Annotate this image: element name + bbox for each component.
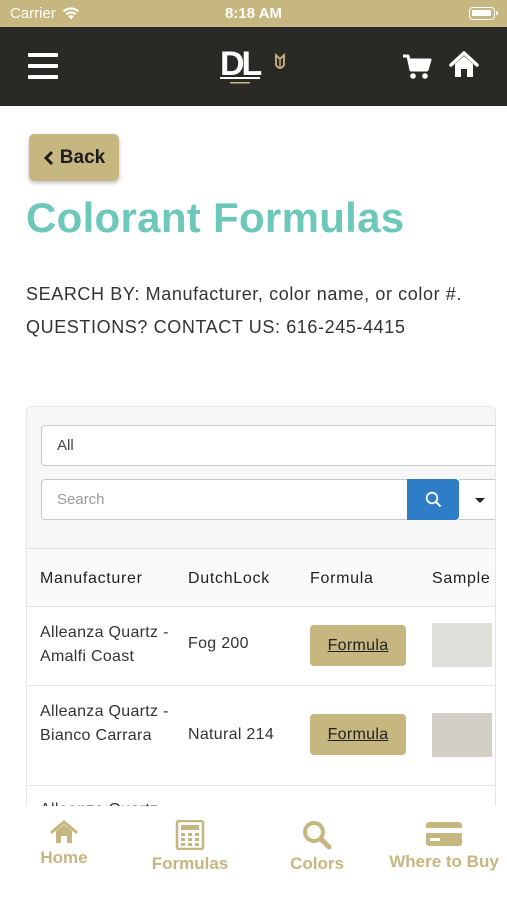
search-input[interactable] <box>41 479 408 520</box>
questions-line: QUESTIONS? CONTACT US: 616-245-4415 <box>26 311 486 344</box>
search-icon <box>303 821 332 850</box>
tab-home-label: Home <box>40 848 88 867</box>
formula-button[interactable]: Formula <box>310 625 406 666</box>
table-row: Alleanza Quartz - Bianco Carrara Natural… <box>27 686 495 786</box>
header-formula[interactable]: Formula <box>310 570 374 588</box>
search-by-label: SEARCH BY: <box>26 284 141 304</box>
table-header: Manufacturer DutchLock Formula Sample <box>27 549 495 607</box>
table-row: Alleanza Quartz - Amalfi Coast Fog 200 F… <box>27 607 495 686</box>
tab-where-to-buy[interactable]: Where to Buy <box>387 820 501 872</box>
phone-link[interactable]: 616-245-4415 <box>286 317 405 337</box>
sample-swatch <box>432 713 492 757</box>
cell-manufacturer: Alleanza Quartz <box>40 798 175 806</box>
page-title: Colorant Formulas <box>26 194 405 241</box>
back-button[interactable]: Back <box>29 134 119 181</box>
battery-icon <box>469 7 498 20</box>
dutchlock-logo[interactable]: DL <box>218 43 292 89</box>
home-icon[interactable] <box>449 51 479 79</box>
sample-swatch <box>432 623 492 667</box>
cart-icon[interactable] <box>402 53 432 81</box>
table-filter-bar: All <box>27 407 495 549</box>
bottom-tab-bar: Home Formulas Colors Where to Buy <box>0 806 507 900</box>
tab-formulas-label: Formulas <box>151 854 229 873</box>
hamburger-menu-icon[interactable] <box>28 53 58 79</box>
search-by-text: Manufacturer, color name, or color #. <box>145 284 462 304</box>
search-icon <box>425 491 441 508</box>
tab-formulas[interactable]: Formulas <box>148 820 232 874</box>
cell-dutchlock: Fog 200 <box>188 635 249 652</box>
status-bar: Carrier 8:18 AM <box>0 0 507 27</box>
formulas-table-card: All Manufacturer DutchLock Formula Sampl… <box>26 406 496 806</box>
back-button-label: Back <box>59 146 106 168</box>
formula-button[interactable]: Formula <box>310 714 406 755</box>
cell-manufacturer: Alleanza Quartz - Amalfi Coast <box>40 624 169 665</box>
table-row: Alleanza Quartz <box>27 786 495 806</box>
calculator-icon <box>175 820 205 850</box>
manufacturer-select[interactable]: All <box>41 425 495 466</box>
header-dutchlock[interactable]: DutchLock <box>188 570 270 588</box>
home-icon <box>50 820 78 843</box>
tab-colors[interactable]: Colors <box>286 820 348 874</box>
search-button[interactable] <box>407 479 459 520</box>
cell-manufacturer: Alleanza Quartz - Bianco Carrara <box>40 703 169 744</box>
search-by-line: SEARCH BY: Manufacturer, color name, or … <box>26 278 486 311</box>
questions-label: QUESTIONS? CONTACT US: <box>26 316 281 337</box>
info-text: SEARCH BY: Manufacturer, color name, or … <box>26 278 486 343</box>
chevron-left-icon <box>43 150 53 165</box>
clock: 8:18 AM <box>225 5 282 22</box>
chevron-down-icon[interactable] <box>459 479 495 520</box>
header-sample[interactable]: Sample <box>432 570 490 588</box>
app-bar: DL <box>0 27 507 106</box>
header-manufacturer[interactable]: Manufacturer <box>40 570 143 588</box>
main-content: Back Colorant Formulas SEARCH BY: Manufa… <box>0 106 507 806</box>
credit-card-icon <box>426 822 462 846</box>
cell-dutchlock: Natural 214 <box>188 726 275 743</box>
tab-where-to-buy-label: Where to Buy <box>389 852 499 871</box>
tab-colors-label: Colors <box>290 854 344 873</box>
tab-home[interactable]: Home <box>38 820 90 868</box>
